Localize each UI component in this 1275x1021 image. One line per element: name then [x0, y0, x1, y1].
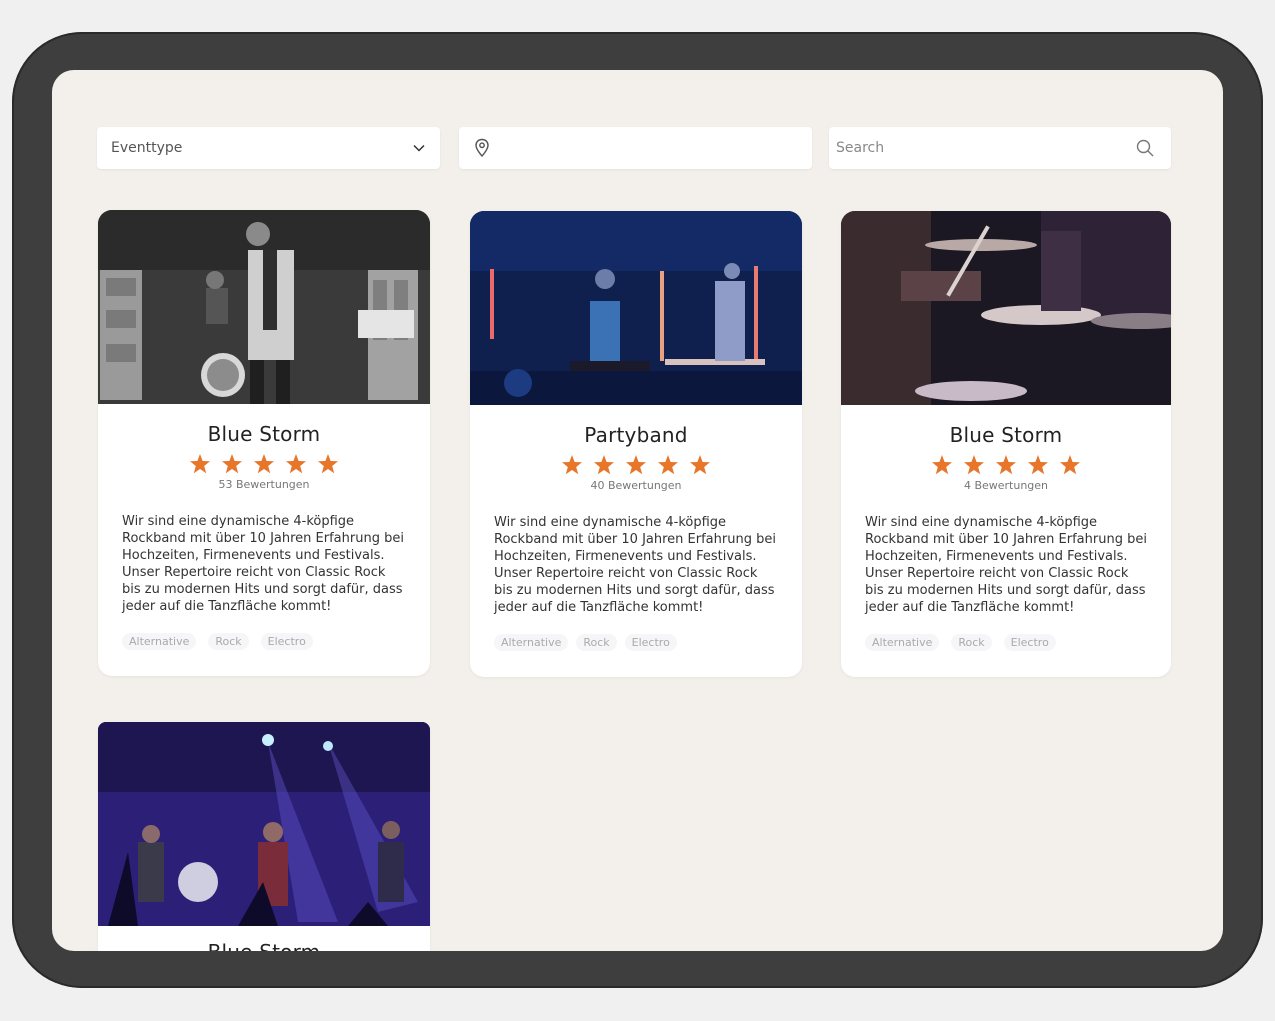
tablet-screen: Eventtype Search Blue Storm 53 Bewertung…: [52, 70, 1223, 951]
star-icon: [964, 455, 984, 475]
rating-stars: [98, 452, 430, 476]
search-input[interactable]: Search: [829, 127, 1171, 169]
star-icon: [932, 455, 952, 475]
search-icon[interactable]: [1135, 138, 1155, 158]
band-name: Blue Storm: [98, 940, 430, 951]
star-icon: [318, 454, 338, 474]
eventtype-label: Eventtype: [111, 140, 183, 156]
band-name: Blue Storm: [949, 423, 1063, 447]
genre-tag[interactable]: Alternative: [122, 633, 197, 650]
genre-tag[interactable]: Rock: [208, 633, 249, 650]
band-description: Wir sind eine dynamische 4-köpfige Rockb…: [122, 514, 404, 614]
band-name: Blue Storm: [207, 422, 321, 446]
band-photo: [98, 210, 430, 404]
star-icon: [996, 455, 1016, 475]
chevron-down-icon: [412, 141, 426, 155]
genre-tag[interactable]: Electro: [624, 634, 677, 651]
star-icon: [1028, 455, 1048, 475]
star-icon: [1060, 455, 1080, 475]
location-input[interactable]: [459, 127, 812, 169]
band-photo: [841, 211, 1171, 405]
search-placeholder: Search: [836, 140, 885, 156]
genre-tag[interactable]: Alternative: [494, 634, 569, 651]
review-count: 53 Bewertungen: [218, 478, 310, 491]
band-photo: [470, 211, 802, 405]
star-icon: [254, 454, 274, 474]
rating-stars: [470, 453, 802, 477]
genre-tag[interactable]: Rock: [951, 634, 992, 651]
genre-tags: Alternative Rock Electro: [494, 634, 778, 677]
genre-tag[interactable]: Electro: [1003, 634, 1056, 651]
band-name: Partyband: [584, 423, 688, 447]
eventtype-dropdown[interactable]: Eventtype: [97, 127, 440, 169]
star-icon: [286, 454, 306, 474]
band-description: Wir sind eine dynamische 4-köpfige Rockb…: [494, 515, 776, 615]
star-icon: [562, 455, 582, 475]
genre-tag[interactable]: Electro: [260, 633, 313, 650]
genre-tags: Alternative Rock Electro: [865, 634, 1147, 677]
band-card[interactable]: Blue Storm: [98, 722, 430, 951]
star-icon: [690, 455, 710, 475]
review-count: 4 Bewertungen: [963, 479, 1049, 492]
review-count: 40 Bewertungen: [590, 479, 682, 492]
location-pin-icon: [473, 138, 491, 158]
band-card[interactable]: Partyband 40 Bewertungen Wir sind eine d…: [470, 211, 802, 677]
star-icon: [190, 454, 210, 474]
genre-tags: Alternative Rock Electro: [122, 633, 406, 676]
genre-tag[interactable]: Rock: [576, 634, 617, 651]
band-photo: [98, 722, 430, 926]
band-card[interactable]: Blue Storm 53 Bewertungen Wir sind eine …: [98, 210, 430, 676]
star-icon: [658, 455, 678, 475]
star-icon: [626, 455, 646, 475]
band-description: Wir sind eine dynamische 4-köpfige Rockb…: [865, 515, 1147, 615]
genre-tag[interactable]: Alternative: [865, 634, 940, 651]
star-icon: [222, 454, 242, 474]
band-card[interactable]: Blue Storm 4 Bewertungen Wir sind eine d…: [841, 211, 1171, 677]
rating-stars: [841, 453, 1171, 477]
star-icon: [594, 455, 614, 475]
